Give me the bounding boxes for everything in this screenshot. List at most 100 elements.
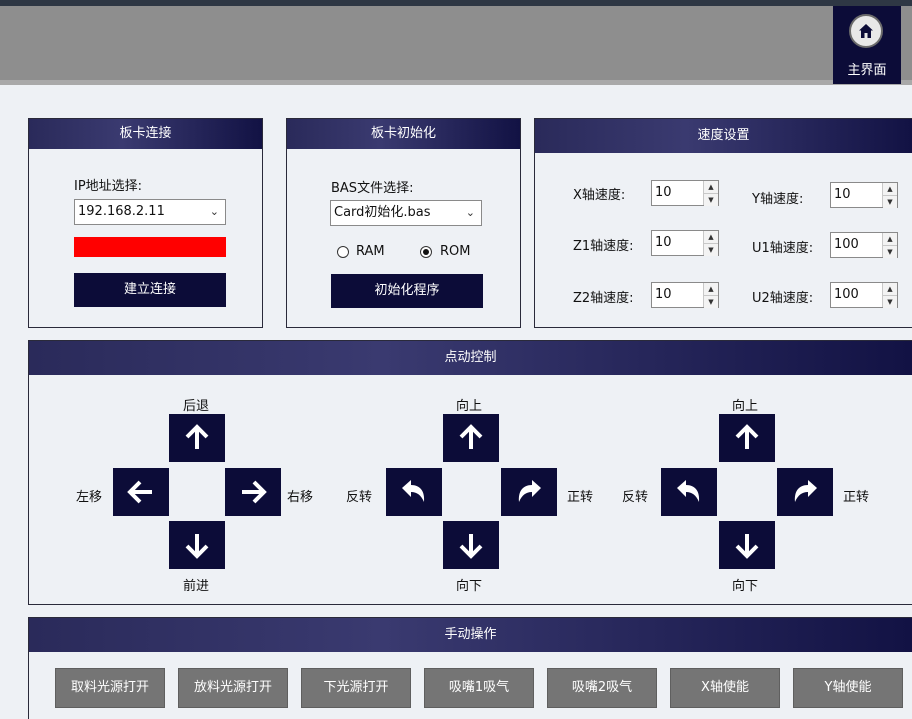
u2-speed-label: U2轴速度: [752,291,814,306]
ip-select[interactable]: 192.168.2.11 ⌄ [74,199,226,225]
bas-label: BAS文件选择: [331,181,414,196]
pad1-right-button[interactable] [225,468,281,516]
spin-up-icon[interactable]: ▲ [704,283,718,295]
pad2-down-button[interactable] [443,521,499,569]
x-axis-enable-button[interactable]: X轴使能 [670,668,780,708]
jog-panel: 点动控制 后退 左移 右移 前进 向上 反转 正转 向下 向上 反转 正转 向下 [28,340,912,605]
rotate-left-icon [402,480,425,502]
card-init-title: 板卡初始化 [287,119,520,149]
nozzle2-suction-button[interactable]: 吸嘴2吸气 [547,668,657,708]
pad1-up-label: 后退 [183,399,210,414]
rom-radio[interactable] [420,246,432,258]
pad2-down-label: 向下 [456,579,483,594]
nozzle1-suction-button[interactable]: 吸嘴1吸气 [424,668,534,708]
spin-up-icon[interactable]: ▲ [883,233,897,245]
u2-speed-input[interactable]: 100 ▲ ▼ [830,282,898,308]
speed-title: 速度设置 [535,119,912,153]
place-light-on-button[interactable]: 放料光源打开 [178,668,288,708]
rotate-right-icon [518,480,541,502]
home-icon [849,14,883,48]
pad1-left-button[interactable] [113,468,169,516]
arrow-down-icon [185,534,209,559]
z1-speed-value: 10 [655,235,672,250]
pad3-right-button[interactable] [777,468,833,516]
rotate-right-icon [794,480,817,502]
pad3-left-button[interactable] [661,468,717,516]
z2-speed-label: Z2轴速度: [573,291,634,306]
u2-speed-spinner[interactable]: ▲ ▼ [882,283,897,308]
arrow-right-icon [242,480,267,504]
ram-label: RAM [356,244,385,259]
bas-select-value: Card初始化.bas [334,205,431,220]
pad1-down-button[interactable] [169,521,225,569]
spin-down-icon[interactable]: ▼ [883,195,897,208]
u1-speed-label: U1轴速度: [752,241,814,256]
spin-down-icon[interactable]: ▼ [704,243,718,256]
pad1-up-button[interactable] [169,414,225,462]
connection-status-indicator [74,237,226,257]
spin-down-icon[interactable]: ▼ [883,245,897,258]
spin-up-icon[interactable]: ▲ [883,283,897,295]
init-program-button[interactable]: 初始化程序 [331,274,483,308]
x-speed-value: 10 [655,185,672,200]
arrow-left-icon [127,480,152,504]
spin-up-icon[interactable]: ▲ [704,231,718,243]
pad1-down-label: 前进 [183,579,210,594]
u1-speed-spinner[interactable]: ▲ ▼ [882,233,897,258]
x-speed-input[interactable]: 10 ▲ ▼ [651,180,719,206]
home-button[interactable]: 主界面 [833,6,901,84]
top-shade [0,80,912,85]
jog-title: 点动控制 [29,341,912,375]
pad3-up-label: 向上 [732,399,759,414]
pad2-left-label: 反转 [346,490,373,505]
ip-select-value: 192.168.2.11 [78,204,165,219]
arrow-up-icon [459,424,483,449]
z2-speed-spinner[interactable]: ▲ ▼ [703,283,718,308]
arrow-down-icon [735,534,759,559]
connect-button[interactable]: 建立连接 [74,273,226,307]
pad2-right-button[interactable] [501,468,557,516]
pad3-down-label: 向下 [732,579,759,594]
u1-speed-value: 100 [834,237,859,252]
rotate-left-icon [677,480,700,502]
y-speed-input[interactable]: 10 ▲ ▼ [830,182,898,208]
chevron-down-icon: ⌄ [209,205,219,218]
z1-speed-spinner[interactable]: ▲ ▼ [703,231,718,256]
bas-select[interactable]: Card初始化.bas ⌄ [330,200,482,226]
y-speed-spinner[interactable]: ▲ ▼ [882,183,897,208]
arrow-up-icon [735,424,759,449]
pad2-up-button[interactable] [443,414,499,462]
pad1-right-label: 右移 [287,490,314,505]
speed-panel: 速度设置 X轴速度: 10 ▲ ▼ Y轴速度: 10 ▲ ▼ Z1轴速度: 10 ▲… [534,118,912,328]
u1-speed-input[interactable]: 100 ▲ ▼ [830,232,898,258]
arrow-up-icon [185,424,209,449]
manual-panel: 手动操作 取料光源打开 放料光源打开 下光源打开 吸嘴1吸气 吸嘴2吸气 X轴使… [28,617,912,719]
u2-speed-value: 100 [834,287,859,302]
z1-speed-input[interactable]: 10 ▲ ▼ [651,230,719,256]
ram-radio[interactable] [337,246,349,258]
card-init-panel: 板卡初始化 BAS文件选择: Card初始化.bas ⌄ RAM ROM 初始化… [286,118,521,328]
home-label: 主界面 [847,63,887,78]
rom-label: ROM [440,244,471,259]
pad2-left-button[interactable] [386,468,442,516]
pick-light-on-button[interactable]: 取料光源打开 [55,668,165,708]
z2-speed-value: 10 [655,287,672,302]
y-speed-label: Y轴速度: [752,192,804,207]
spin-up-icon[interactable]: ▲ [883,183,897,195]
pad3-left-label: 反转 [622,490,649,505]
spin-up-icon[interactable]: ▲ [704,181,718,193]
top-bar: 主界面 [0,0,912,85]
spin-down-icon[interactable]: ▼ [704,193,718,206]
x-speed-spinner[interactable]: ▲ ▼ [703,181,718,206]
pad3-down-button[interactable] [719,521,775,569]
pad3-up-button[interactable] [719,414,775,462]
pad2-right-label: 正转 [567,490,594,505]
spin-down-icon[interactable]: ▼ [704,295,718,308]
y-axis-enable-button[interactable]: Y轴使能 [793,668,903,708]
z2-speed-input[interactable]: 10 ▲ ▼ [651,282,719,308]
manual-title: 手动操作 [29,618,912,652]
spin-down-icon[interactable]: ▼ [883,295,897,308]
card-connect-panel: 板卡连接 IP地址选择: 192.168.2.11 ⌄ 建立连接 [28,118,263,328]
card-connect-title: 板卡连接 [29,119,262,149]
bottom-light-on-button[interactable]: 下光源打开 [301,668,411,708]
